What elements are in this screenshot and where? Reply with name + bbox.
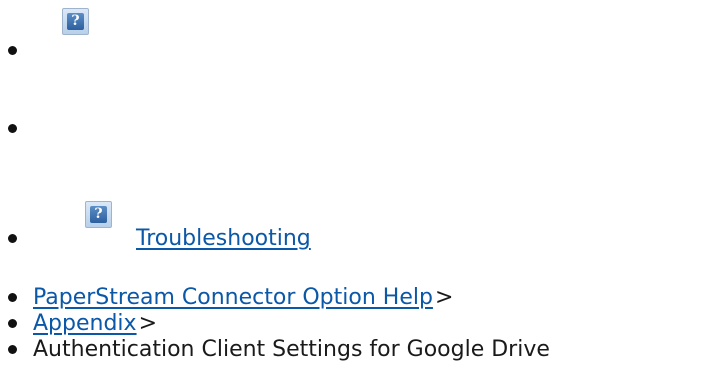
- help-question-icon[interactable]: ?: [85, 201, 112, 228]
- list-bullet: [8, 319, 17, 328]
- help-question-glyph: ?: [67, 13, 84, 30]
- breadcrumb-separator: >: [138, 311, 157, 336]
- breadcrumb-item-appendix: Appendix>: [33, 311, 157, 337]
- breadcrumb-current-page: Authentication Client Settings for Googl…: [33, 337, 550, 362]
- breadcrumb-item-help: PaperStream Connector Option Help>: [33, 285, 453, 311]
- list-bullet: [8, 124, 17, 133]
- help-question-icon[interactable]: ?: [62, 8, 89, 35]
- list-bullet: [8, 46, 17, 55]
- list-bullet: [8, 234, 17, 243]
- breadcrumb-link-paperstream-help[interactable]: PaperStream Connector Option Help: [33, 285, 433, 310]
- troubleshooting-label: Troubleshooting: [136, 226, 311, 251]
- help-question-glyph: ?: [90, 206, 107, 223]
- list-bullet: [8, 293, 17, 302]
- troubleshooting-link[interactable]: Troubleshooting: [33, 226, 311, 252]
- breadcrumb-separator: >: [434, 285, 454, 310]
- breadcrumb-link-appendix[interactable]: Appendix: [33, 311, 137, 336]
- list-bullet: [8, 345, 17, 354]
